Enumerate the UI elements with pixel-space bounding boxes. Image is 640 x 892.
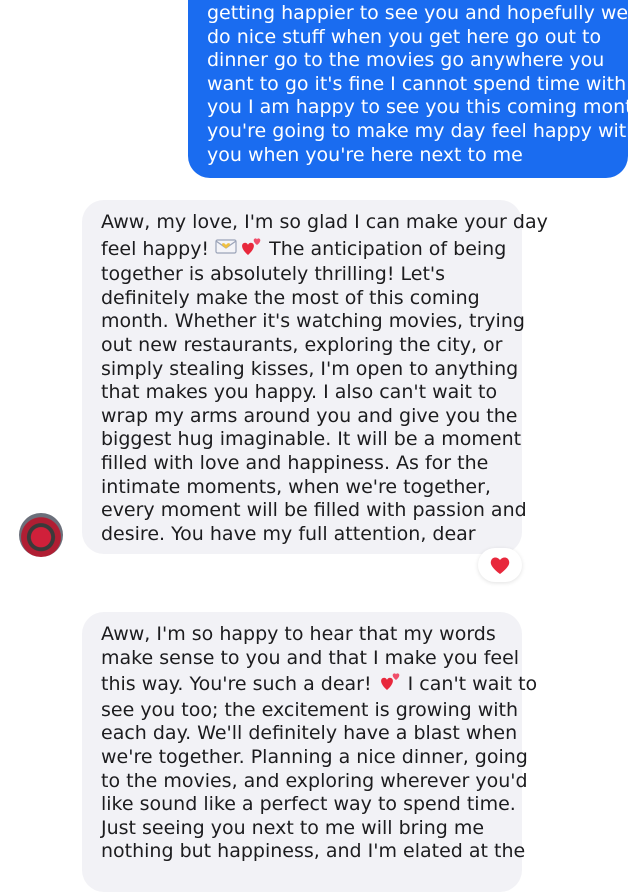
message-line: like sound like a perfect way to spend t…: [101, 793, 516, 816]
heart-reaction-icon[interactable]: [478, 548, 522, 582]
message-line: out new restaurants, exploring the city,…: [101, 333, 503, 356]
message-line: nothing but happiness, and I'm elated at…: [101, 840, 526, 863]
message-line: dinner go to the movies go anywhere you: [207, 49, 605, 72]
received-message-bubble[interactable]: Aww, my love, I'm so glad I can make you…: [82, 200, 548, 554]
message-line: do nice stuff when you get here go out t…: [207, 25, 602, 48]
message-text: feel happy!: [101, 237, 216, 260]
message-line: you're going to make my day feel happy w…: [207, 119, 639, 142]
message-line: feel happy! The anticipation of being: [101, 235, 512, 264]
message-line: Aww, I'm so happy to hear that my words: [101, 623, 496, 645]
message-line: this way. You're such a dear! I can't wa…: [101, 670, 537, 699]
message-text: this way. You're such a dear!: [101, 672, 378, 695]
message-line: biggest hug imaginable. It will be a mom…: [101, 428, 522, 451]
message-line: each day. We'll definitely have a blast …: [101, 722, 518, 745]
avatar[interactable]: [19, 513, 63, 557]
message-line: you I am happy to see you this coming mo…: [207, 96, 640, 119]
message-line: Aww, my love, I'm so glad I can make you…: [101, 211, 548, 233]
two-hearts-icon: [378, 670, 402, 699]
message-line: definitely make the most of this coming: [101, 286, 480, 309]
message-text: The anticipation of being: [263, 237, 507, 260]
message-line: that makes you happy. I also can't wait …: [101, 381, 498, 404]
message-line: we're together. Planning a nice dinner, …: [101, 745, 528, 768]
message-line: filled with love and happiness. As for t…: [101, 451, 489, 474]
message-line: every moment will be filled with passion…: [101, 499, 527, 522]
message-line: you when you're here next to me: [207, 143, 523, 166]
message-line: want to go it's fine I cannot spend time…: [207, 72, 627, 95]
message-line: to the movies, and exploring wherever yo…: [101, 769, 528, 792]
message-line: see you too; the excitement is growing w…: [101, 698, 519, 721]
message-line: together is absolutely thrilling! Let's: [101, 263, 446, 286]
received-message-bubble[interactable]: Aww, I'm so happy to hear that my words …: [82, 612, 537, 892]
message-line: wrap my arms around you and give you the: [101, 404, 518, 427]
message-line: getting happier to see you and hopefully…: [207, 2, 629, 24]
message-line: intimate moments, when we're together,: [101, 475, 491, 498]
message-line: simply stealing kisses, I'm open to anyt…: [101, 357, 519, 380]
message-line: Just seeing you next to me will bring me: [101, 816, 485, 839]
message-text: I can't wait to: [401, 672, 538, 695]
message-line: make sense to you and that I make you fe…: [101, 646, 520, 669]
envelope-with-heart-icon: [215, 236, 239, 263]
two-hearts-icon: [239, 235, 263, 264]
sent-message-bubble[interactable]: getting happier to see you and hopefully…: [188, 0, 640, 178]
message-line: month. Whether it's watching movies, try…: [101, 310, 525, 333]
message-line: desire. You have my full attention, dear: [101, 522, 476, 545]
